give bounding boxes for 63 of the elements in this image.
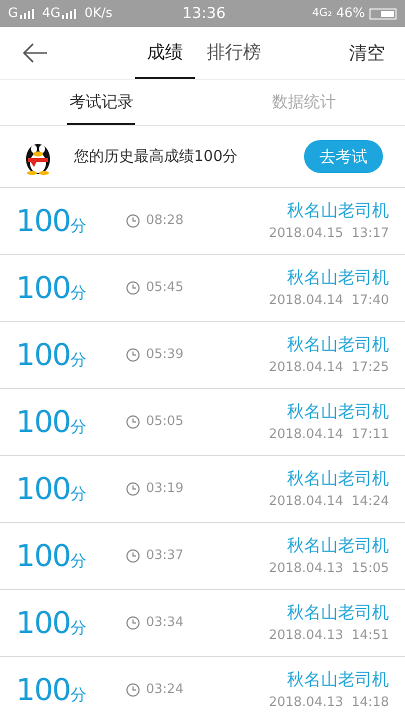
duration-text: 05:45 bbox=[146, 279, 184, 298]
user-name: 秋名山老司机 bbox=[287, 266, 389, 290]
score-value: 100 bbox=[16, 538, 70, 576]
user-name: 秋名山老司机 bbox=[287, 200, 389, 222]
clock-icon bbox=[126, 482, 140, 496]
record-date: 2018.04.14 17:11 bbox=[268, 426, 389, 444]
clock-icon bbox=[126, 683, 140, 697]
battery-icon bbox=[369, 8, 397, 20]
user-name: 秋名山老司机 bbox=[287, 334, 389, 356]
score-unit: 分 bbox=[70, 348, 86, 370]
duration-text: 03:37 bbox=[146, 547, 184, 566]
clock-icon bbox=[126, 281, 140, 295]
signal-label: 4G bbox=[42, 4, 60, 23]
duration-text: 03:24 bbox=[146, 681, 184, 700]
header-tab[interactable]: 成绩 bbox=[135, 27, 195, 79]
record-date: 2018.04.14 14:24 bbox=[268, 493, 389, 511]
signal-label: G bbox=[8, 4, 18, 23]
clock-icon bbox=[126, 214, 140, 228]
record-date: 2018.04.13 14:51 bbox=[268, 627, 389, 645]
score-value: 100 bbox=[16, 672, 70, 710]
score-unit: 分 bbox=[70, 282, 86, 304]
clock-icon bbox=[126, 415, 140, 429]
duration-text: 08:28 bbox=[146, 212, 184, 230]
user-name: 秋名山老司机 bbox=[287, 602, 389, 624]
record-date: 2018.04.15 13:17 bbox=[268, 225, 389, 243]
score-value: 100 bbox=[16, 270, 70, 308]
record-date: 2018.04.14 17:40 bbox=[268, 292, 389, 310]
score-unit: 分 bbox=[70, 684, 86, 706]
score-unit: 分 bbox=[70, 482, 86, 504]
network-type: 4G₂ bbox=[312, 5, 332, 22]
clock-icon bbox=[126, 616, 140, 630]
best-score-text: 您的历史最高成绩100分 bbox=[74, 146, 238, 168]
user-name: 秋名山老司机 bbox=[287, 668, 389, 692]
user-name: 秋名山老司机 bbox=[287, 534, 389, 558]
score-value: 100 bbox=[16, 404, 70, 442]
record-date: 2018.04.13 14:18 bbox=[268, 694, 389, 712]
signal-icon bbox=[62, 8, 76, 18]
record-date: 2018.04.14 17:25 bbox=[268, 359, 389, 377]
duration-text: 05:05 bbox=[146, 413, 184, 432]
clock-icon bbox=[126, 348, 140, 362]
score-unit: 分 bbox=[70, 214, 86, 236]
signal-icon bbox=[20, 8, 34, 18]
record-date: 2018.04.13 15:05 bbox=[268, 560, 389, 578]
back-icon[interactable] bbox=[22, 43, 48, 63]
battery-level: 46% bbox=[336, 4, 365, 23]
score-unit: 分 bbox=[70, 616, 86, 638]
score-value: 100 bbox=[16, 202, 70, 240]
score-value: 100 bbox=[16, 604, 70, 642]
clock-icon bbox=[126, 549, 140, 563]
user-name: 秋名山老司机 bbox=[287, 468, 389, 490]
clock: 13:36 bbox=[182, 3, 226, 24]
header-tab[interactable]: 排行榜 bbox=[195, 27, 273, 79]
score-value: 100 bbox=[16, 470, 70, 508]
duration-text: 03:34 bbox=[146, 614, 184, 632]
sub-tab[interactable]: 考试记录 bbox=[67, 80, 136, 125]
score-value: 100 bbox=[16, 336, 70, 374]
duration-text: 05:39 bbox=[146, 346, 184, 364]
user-name: 秋名山老司机 bbox=[287, 400, 389, 424]
duration-text: 03:19 bbox=[146, 480, 184, 498]
network-speed: 0K/s bbox=[84, 4, 112, 23]
clear-button[interactable]: 清空 bbox=[349, 40, 385, 66]
score-unit: 分 bbox=[70, 416, 86, 438]
score-unit: 分 bbox=[70, 550, 86, 572]
